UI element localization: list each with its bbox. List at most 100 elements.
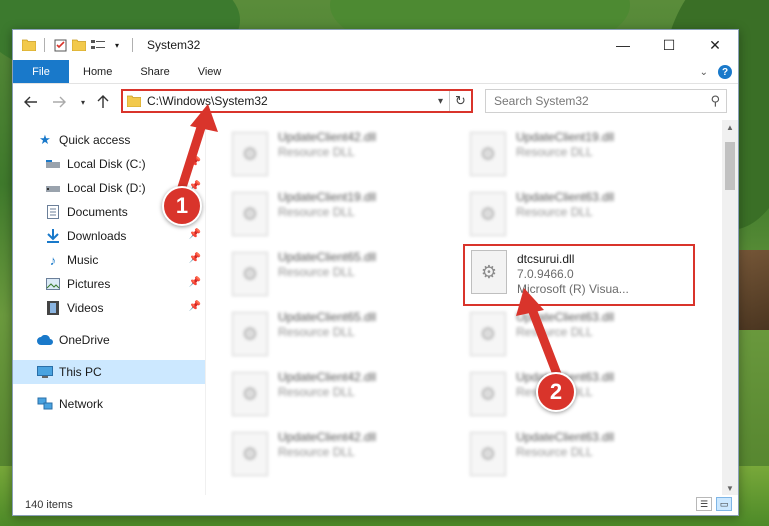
title-bar: ▾ System32 — ☐ ✕ [13, 30, 738, 60]
file-item[interactable]: ⚙ UpdateClient63.dllResource DLL [470, 428, 695, 488]
music-icon: ♪ [49, 252, 57, 268]
sidebar-item-music[interactable]: ♪ Music 📌 [13, 248, 205, 272]
file-item[interactable]: ⚙ UpdateClient63.dllResource DLL [470, 368, 695, 428]
file-name: UpdateClient63.dll [516, 190, 615, 204]
step-badge-1: 1 [162, 186, 202, 226]
file-name: UpdateClient19.dll [516, 130, 615, 144]
step-badge-2: 2 [536, 372, 576, 412]
customize-toolbar-icon[interactable]: ▾ [110, 38, 124, 52]
sidebar-item-label: Documents [67, 205, 128, 219]
sidebar-item-label: Videos [67, 301, 104, 315]
file-item[interactable]: ⚙ UpdateClient42.dll Resource DLL [232, 428, 457, 488]
view-options-icon[interactable] [91, 38, 105, 52]
explorer-window: ▾ System32 — ☐ ✕ File Home Share View ⌄ … [12, 29, 739, 516]
file-item[interactable]: ⚙ UpdateClient65.dll Resource DLL [232, 248, 457, 308]
toolbar-separator [132, 38, 133, 52]
large-icons-view-icon[interactable]: ▭ [716, 497, 732, 511]
scrollbar-thumb[interactable] [725, 142, 735, 190]
tab-view[interactable]: View [184, 60, 236, 83]
window-controls: — ☐ ✕ [600, 30, 738, 60]
sidebar-item-label: Music [67, 253, 99, 267]
close-button[interactable]: ✕ [692, 30, 738, 60]
up-arrow-icon [97, 95, 109, 108]
file-list: ⚙ UpdateClient42.dll Resource DLL ⚙ Updat… [206, 120, 738, 495]
tab-file[interactable]: File [13, 60, 69, 83]
sidebar-item-videos[interactable]: Videos 📌 [13, 296, 205, 320]
up-button[interactable] [93, 92, 113, 112]
sidebar-item-local-disk-c[interactable]: Local Disk (C:) 📌 [13, 152, 205, 176]
toolbar-separator [44, 38, 45, 52]
sidebar-item-quick-access[interactable]: ★ Quick access [13, 128, 205, 152]
status-bar: 140 items ☰ ▭ [13, 495, 738, 515]
file-name: UpdateClient63.dll [516, 310, 615, 324]
tab-share[interactable]: Share [126, 60, 183, 83]
file-item[interactable]: ⚙ UpdateClient42.dll Resource DLL [232, 368, 457, 428]
cloud-icon [37, 332, 53, 348]
new-folder-icon[interactable] [72, 38, 86, 52]
file-item[interactable]: ⚙ UpdateClient19.dll Resource DLL [470, 128, 695, 188]
dll-file-icon: ⚙ [470, 372, 506, 416]
file-description: Resource DLL [278, 145, 355, 159]
item-count: 140 items [25, 499, 73, 511]
window-title: System32 [147, 38, 201, 52]
dll-file-icon: ⚙ [470, 312, 506, 356]
file-name: UpdateClient42.dll [278, 130, 377, 144]
forward-button[interactable] [49, 92, 69, 112]
dll-file-icon: ⚙ [232, 132, 268, 176]
dll-file-icon: ⚙ [232, 192, 268, 236]
documents-icon [45, 204, 61, 220]
file-description: Resource DLL [278, 385, 355, 399]
maximize-button[interactable]: ☐ [646, 30, 692, 60]
pin-icon: 📌 [188, 253, 201, 264]
tab-home[interactable]: Home [69, 60, 126, 83]
sidebar-item-label: Downloads [67, 229, 127, 243]
vertical-scrollbar[interactable]: ▲ ▼ [722, 120, 738, 495]
star-icon: ★ [39, 132, 51, 147]
details-view-icon[interactable]: ☰ [696, 497, 712, 511]
dll-file-icon: ⚙ [232, 312, 268, 356]
file-description: Resource DLL [278, 205, 355, 219]
dll-file-icon: ⚙ [232, 372, 268, 416]
quick-access-toolbar: ▾ System32 [13, 30, 200, 60]
address-bar[interactable]: C:\Windows\System32 ▾ ↻ [121, 89, 473, 113]
pin-icon: 📌 [188, 301, 201, 312]
scroll-up-icon[interactable]: ▲ [722, 120, 738, 134]
file-name: UpdateClient42.dll [278, 430, 377, 444]
file-description: Resource DLL [278, 265, 355, 279]
file-item[interactable]: ⚙ UpdateClient63.dllResource DLL [470, 188, 695, 248]
sidebar-item-label: Network [59, 397, 104, 411]
sidebar-item-network[interactable]: Network [13, 392, 205, 416]
file-description: Resource DLL [278, 445, 355, 459]
sidebar-item-onedrive[interactable]: OneDrive [13, 328, 205, 352]
file-item[interactable]: ⚙ UpdateClient42.dll Resource DLL [232, 128, 457, 188]
sidebar-item-label: Local Disk (C:) [67, 157, 146, 171]
file-item[interactable]: ⚙ UpdateClient19.dll Resource DLL [232, 188, 457, 248]
pin-icon: 📌 [188, 157, 201, 168]
file-item-dtcsurui[interactable]: ⚙ dtcsurui.dll 7.0.9466.0 Microsoft (R) … [463, 244, 695, 306]
drive-icon [45, 156, 61, 172]
file-item[interactable]: ⚙ UpdateClient65.dll Resource DLL [232, 308, 457, 368]
help-icon[interactable]: ? [718, 65, 732, 79]
sidebar-item-this-pc[interactable]: This PC [13, 360, 205, 384]
sidebar-item-downloads[interactable]: Downloads 📌 [13, 224, 205, 248]
recent-locations-button[interactable]: ▾ [73, 92, 93, 112]
file-description: Resource DLL [516, 325, 593, 339]
dll-file-icon: ⚙ [232, 432, 268, 476]
file-description: Resource DLL [516, 205, 593, 219]
search-input[interactable]: Search System32 ⚲ [485, 89, 727, 113]
navigation-bar: ▾ C:\Windows\System32 ▾ ↻ Search System3… [13, 84, 738, 120]
chevron-down-icon[interactable]: ▾ [431, 95, 449, 107]
properties-icon[interactable] [53, 38, 67, 52]
file-item[interactable]: ⚙ UpdateClient63.dllResource DLL [470, 308, 695, 368]
expand-ribbon-icon[interactable]: ⌄ [700, 67, 708, 78]
scroll-down-icon[interactable]: ▼ [722, 481, 738, 495]
address-path[interactable]: C:\Windows\System32 [147, 94, 431, 108]
minimize-button[interactable]: — [600, 30, 646, 60]
folder-icon[interactable] [22, 38, 36, 52]
sidebar-item-pictures[interactable]: Pictures 📌 [13, 272, 205, 296]
refresh-button[interactable]: ↻ [449, 91, 471, 111]
dll-file-icon: ⚙ [471, 250, 507, 294]
drive-icon [45, 180, 61, 196]
back-button[interactable] [21, 92, 41, 112]
file-description: Resource DLL [516, 145, 593, 159]
